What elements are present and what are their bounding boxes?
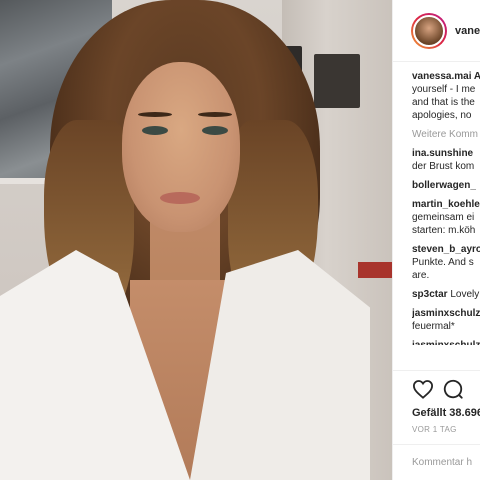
comment-username[interactable]: sp3ctar <box>412 289 448 300</box>
post-timestamp[interactable]: VOR 1 TAG <box>412 425 480 434</box>
comment-text: Lovely <box>450 289 480 300</box>
likes-count[interactable]: Gefällt 38.696 <box>412 407 480 419</box>
comment-icon[interactable] <box>442 378 464 400</box>
comment-text: are. <box>412 270 430 281</box>
caption-author[interactable]: vanessa.mai A <box>412 71 480 82</box>
comment-item: bollerwagen_ <box>412 179 480 192</box>
comment-item: ina.sunshine der Brust kom <box>412 147 480 173</box>
caption-line: and that is the <box>412 97 475 108</box>
comment-username[interactable]: ina.sunshine <box>412 147 480 160</box>
face <box>122 62 240 232</box>
caption: vanessa.mai A yourself - I me and that i… <box>412 70 480 122</box>
comment-username[interactable]: jasminxschulz <box>412 307 480 320</box>
heart-icon[interactable] <box>412 379 434 399</box>
comment-username[interactable]: bollerwagen_ <box>412 179 480 192</box>
author-avatar[interactable] <box>411 12 447 49</box>
post-photo[interactable] <box>0 0 392 480</box>
comment-item: jasminxschulz <box>412 339 480 345</box>
comment-username[interactable]: steven_b_ayro <box>412 243 480 256</box>
author-avatar-image <box>413 14 445 47</box>
comment-username[interactable]: jasminxschulz <box>412 339 480 345</box>
background-red-object <box>358 262 392 278</box>
post-header: vanes <box>393 0 480 62</box>
background-lamp-shade <box>314 54 360 108</box>
author-username[interactable]: vanes <box>455 25 480 37</box>
comment-item: martin_koehle gemeinsam ei starten: m.kö… <box>412 198 480 237</box>
comment-item: sp3ctar Lovely <box>412 288 480 301</box>
caption-line: yourself - I me <box>412 84 476 95</box>
comment-text: gemeinsam ei <box>412 212 475 223</box>
comment-username[interactable]: martin_koehle <box>412 198 480 211</box>
comment-text: der Brust kom <box>412 161 475 172</box>
comment-text: starten: m.köh <box>412 225 476 236</box>
action-icons <box>412 377 480 401</box>
left-eye <box>142 126 168 135</box>
right-eye <box>202 126 228 135</box>
caption-line: apologies, no <box>412 110 472 121</box>
lips <box>160 192 200 204</box>
comments-list[interactable]: vanessa.mai A yourself - I me and that i… <box>412 70 480 370</box>
left-eyebrow <box>138 112 172 117</box>
right-eyebrow <box>198 112 232 117</box>
add-comment-input[interactable]: Kommentar h <box>392 444 480 480</box>
comment-item: steven_b_ayro Punkte. And s are. <box>412 243 480 282</box>
comment-item: jasminxschulz feuermal* <box>412 307 480 333</box>
comment-text: Punkte. And s <box>412 257 474 268</box>
comment-text: feuermal* <box>412 321 455 332</box>
load-more-comments[interactable]: Weitere Komm <box>412 128 480 141</box>
